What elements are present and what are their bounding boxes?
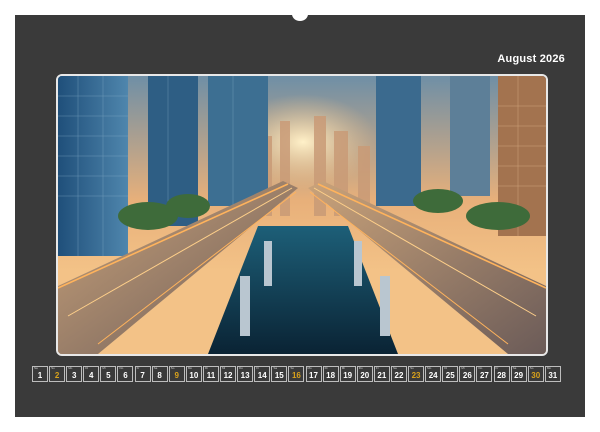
city-skyline-illustration	[58, 76, 546, 354]
day-cell: Di 11	[202, 366, 219, 382]
hanging-hole	[292, 7, 308, 21]
day-cell: Sa 8	[151, 366, 168, 382]
day-cell: Mi 12	[220, 366, 237, 382]
day-cell: So 2	[49, 366, 66, 382]
day-cell: Mi 19	[339, 366, 356, 382]
day-cell: Di 4	[83, 366, 100, 382]
day-cell: Sa 1	[32, 366, 48, 382]
day-cell: Mo 24	[425, 366, 442, 382]
day-cell: Fr 28	[493, 366, 510, 382]
day-cell: Mo 17	[305, 366, 322, 382]
day-cell: Fr 7	[134, 366, 151, 382]
day-cell: Do 13	[237, 366, 254, 382]
day-strip: Sa 1 So 2 Mo 3 Di 4 Mi 5 Do 6 Fr 7 Sa 8 So 9 Mo 10…	[32, 366, 562, 382]
calendar-page: August 2026 Sa 1 So 2 Mo 3 Di 4 Mi 5 Do …	[15, 15, 585, 417]
day-cell: So 30	[527, 366, 544, 382]
day-cell: Fr 14	[254, 366, 271, 382]
day-cell: So 23	[408, 366, 425, 382]
day-cell: Sa 29	[510, 366, 527, 382]
month-title: August 2026	[497, 53, 565, 65]
day-cell: Mi 26	[459, 366, 476, 382]
day-cell: Do 20	[356, 366, 373, 382]
day-cell: Mo 10	[185, 366, 202, 382]
day-cell: Di 25	[442, 366, 459, 382]
day-cell: Sa 15	[271, 366, 288, 382]
day-cell: So 16	[288, 366, 305, 382]
day-cell: Do 6	[117, 366, 134, 382]
day-cell: Di 18	[322, 366, 339, 382]
day-cell: Sa 22	[390, 366, 407, 382]
day-cell: Mi 5	[100, 366, 117, 382]
day-cell: Fr 21	[373, 366, 390, 382]
day-cell: Mo 3	[66, 366, 83, 382]
day-cell: So 9	[168, 366, 185, 382]
day-cell: Mo 31	[544, 366, 561, 382]
city-photo	[56, 74, 548, 356]
day-cell: Do 27	[476, 366, 493, 382]
